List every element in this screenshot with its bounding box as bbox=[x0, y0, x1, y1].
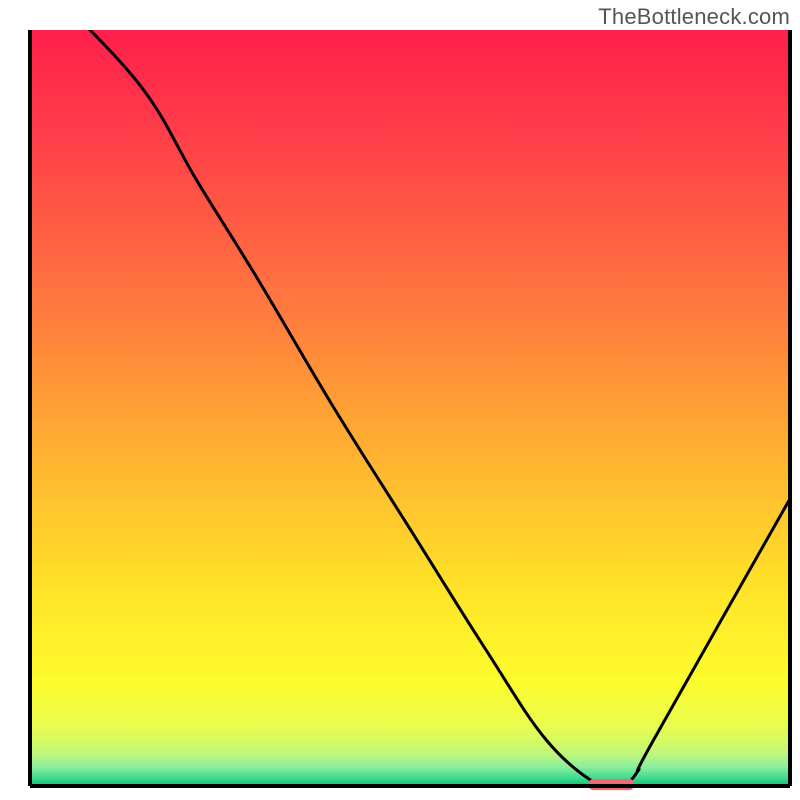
chart-svg bbox=[0, 0, 800, 800]
gradient-background bbox=[30, 30, 790, 786]
chart-container: { "watermark": "TheBottleneck.com", "cha… bbox=[0, 0, 800, 800]
